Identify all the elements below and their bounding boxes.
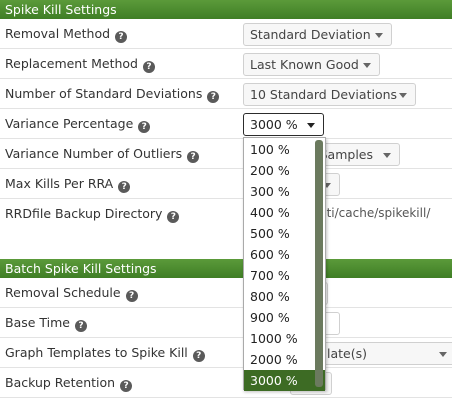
variance-outliers-row: Variance Number of Outliers? Samples [0,139,452,169]
base-time-label: Base Time [5,315,71,330]
help-icon[interactable]: ? [120,380,133,392]
backup-retention-label: Backup Retention [5,375,116,390]
chevron-down-icon [383,153,391,158]
removal-schedule-label: Removal Schedule [5,285,121,300]
num-std-devs-row: Number of Standard Deviations? 10 Standa… [0,79,452,109]
settings-page: Spike Kill Settings Removal Method? Stan… [0,0,452,398]
removal-schedule-label-wrap: Removal Schedule? [5,278,138,308]
chevron-down-icon [307,123,315,128]
spike-kill-settings-header: Spike Kill Settings [0,0,452,19]
replacement-method-label: Replacement Method [5,56,138,71]
removal-method-value: Standard Deviation [250,27,371,42]
variance-percentage-label: Variance Percentage [5,116,134,131]
dropdown-option[interactable]: 2000 % [244,349,325,370]
graph-templates-label: Graph Templates to Spike Kill [5,345,188,360]
dropdown-scrollbar[interactable] [315,140,323,387]
help-icon[interactable]: ? [75,320,88,332]
dropdown-option[interactable]: 1000 % [244,328,325,349]
backup-retention-row: Backup Retention? [0,368,452,398]
dropdown-option[interactable]: 800 % [244,286,325,307]
max-kills-row: Max Kills Per RRA? [0,169,452,199]
num-std-devs-label: Number of Standard Deviations [5,86,203,101]
num-std-devs-label-wrap: Number of Standard Deviations? [5,79,220,109]
dropdown-option[interactable]: 600 % [244,244,325,265]
backup-dir-label: RRDfile Backup Directory [5,206,163,221]
num-std-devs-value: 10 Standard Deviations [250,87,398,102]
variance-percentage-value: 3000 % [250,117,298,132]
help-icon[interactable]: ? [167,211,180,223]
help-icon[interactable]: ? [207,91,220,103]
max-kills-label: Max Kills Per RRA [5,176,114,191]
chevron-down-icon [363,63,371,68]
variance-outliers-label: Variance Number of Outliers [5,146,183,161]
graph-templates-row: Graph Templates to Spike Kill? late(s) [0,338,452,368]
backup-retention-label-wrap: Backup Retention? [5,368,133,398]
dropdown-option[interactable]: 700 % [244,265,325,286]
removal-method-label-wrap: Removal Method? [5,19,128,49]
replacement-method-label-wrap: Replacement Method? [5,49,155,79]
dropdown-option[interactable]: 200 % [244,160,325,181]
help-icon[interactable]: ? [125,290,138,302]
help-icon[interactable]: ? [187,151,200,163]
chevron-down-icon [375,33,383,38]
help-icon[interactable]: ? [115,31,128,43]
variance-outliers-label-wrap: Variance Number of Outliers? [5,139,200,169]
help-icon[interactable]: ? [138,121,151,133]
batch-spike-kill-settings-header: Batch Spike Kill Settings [0,259,452,278]
section-title: Batch Spike Kill Settings [5,261,157,276]
help-icon[interactable]: ? [118,181,131,193]
help-icon[interactable]: ? [143,61,155,73]
help-icon[interactable]: ? [192,350,205,362]
dropdown-option[interactable]: 500 % [244,223,325,244]
num-std-devs-select[interactable]: 10 Standard Deviations [243,83,416,106]
replacement-method-value: Last Known Good [250,57,359,72]
section-title: Spike Kill Settings [5,2,117,17]
removal-schedule-row: Removal Schedule? [0,278,452,308]
dropdown-option[interactable]: 100 % [244,139,325,160]
dropdown-option[interactable]: 400 % [244,202,325,223]
graph-templates-value: late(s) [327,346,367,361]
removal-method-select[interactable]: Standard Deviation [243,23,392,46]
base-time-label-wrap: Base Time? [5,308,88,338]
base-time-row: Base Time? [0,308,452,338]
dropdown-option[interactable]: 900 % [244,307,325,328]
max-kills-label-wrap: Max Kills Per RRA? [5,169,131,199]
replacement-method-row: Replacement Method? Last Known Good [0,49,452,79]
variance-percentage-row: Variance Percentage? 3000 % [0,109,452,139]
variance-percentage-dropdown: 100 % 200 % 300 % 400 % 500 % 600 % 700 … [243,137,326,391]
removal-method-row: Removal Method? Standard Deviation [0,19,452,49]
backup-dir-row: RRDfile Backup Directory? /cacti/cache/s… [0,199,452,229]
chevron-down-icon [399,93,407,98]
removal-method-label: Removal Method [5,26,111,41]
dropdown-option-selected[interactable]: 3000 % [244,370,325,391]
chevron-down-icon [439,352,447,357]
graph-templates-label-wrap: Graph Templates to Spike Kill? [5,338,205,368]
replacement-method-select[interactable]: Last Known Good [243,53,380,76]
variance-percentage-label-wrap: Variance Percentage? [5,109,151,139]
backup-dir-label-wrap: RRDfile Backup Directory? [5,199,180,229]
variance-outliers-value: Samples [319,147,373,162]
variance-percentage-select[interactable]: 3000 % [243,113,324,136]
dropdown-option[interactable]: 300 % [244,181,325,202]
